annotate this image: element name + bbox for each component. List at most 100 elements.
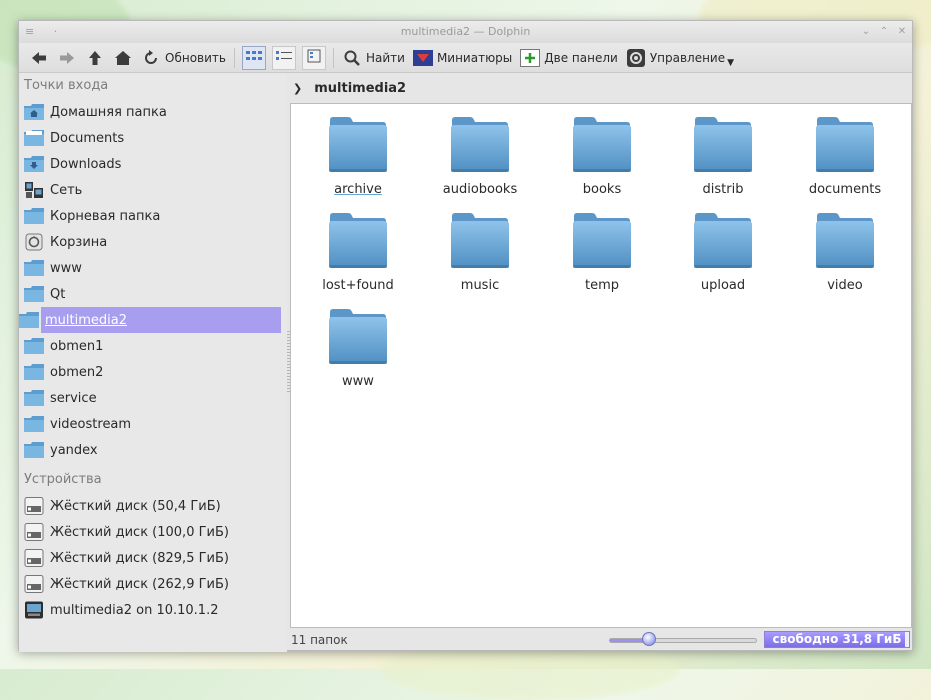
hard-disk-icon xyxy=(24,549,44,567)
sidebar-item-multimedia2[interactable]: multimedia2 xyxy=(19,307,281,333)
zoom-slider-track[interactable] xyxy=(609,638,757,643)
home-button[interactable] xyxy=(109,45,137,71)
sidebar-item-label: multimedia2 on 10.10.1.2 xyxy=(50,602,219,618)
refresh-icon xyxy=(141,48,161,68)
folder-icon xyxy=(24,259,44,277)
sidebar-item-сеть[interactable]: Сеть xyxy=(19,177,287,203)
sidebar-item-label: Qt xyxy=(50,286,66,302)
sidebar-item-obmen2[interactable]: obmen2 xyxy=(19,359,287,385)
sidebar-item-downloads[interactable]: Downloads xyxy=(19,151,287,177)
folder-icon xyxy=(668,116,778,178)
icons-view-button[interactable] xyxy=(241,45,266,70)
control-menu-button[interactable]: Управление ▼ xyxy=(622,45,738,71)
folder-item[interactable]: books xyxy=(547,116,657,208)
preview-icon xyxy=(412,48,433,68)
sidebar-device-item[interactable]: Жёсткий диск (100,0 ГиБ) xyxy=(19,519,287,545)
refresh-button[interactable]: Обновить xyxy=(137,45,230,71)
window-title: multimedia2 — Dolphin xyxy=(400,25,531,38)
folder-icon xyxy=(19,311,39,329)
preview-label: Миниатюры xyxy=(436,50,513,65)
sidebar-item-label: Жёсткий диск (262,9 ГиБ) xyxy=(50,576,229,592)
sidebar-device-item[interactable]: Жёсткий диск (262,9 ГиБ) xyxy=(19,571,287,597)
search-icon xyxy=(342,48,362,68)
minimize-button[interactable]: ⌄ xyxy=(860,21,872,43)
sidebar-item-qt[interactable]: Qt xyxy=(19,281,287,307)
toolbar-separator xyxy=(233,47,235,68)
sidebar-device-item[interactable]: multimedia2 on 10.10.1.2 xyxy=(19,597,287,623)
folder-name: music xyxy=(460,278,500,293)
folder-item[interactable]: audiobooks xyxy=(425,116,535,208)
folder-item[interactable]: documents xyxy=(790,116,900,208)
folder-icon xyxy=(790,116,900,178)
folder-name: upload xyxy=(700,278,746,293)
folder-item[interactable]: upload xyxy=(668,212,778,304)
folder-name: www xyxy=(342,374,374,389)
file-view[interactable]: archive audiobooks books distrib documents lo… xyxy=(290,103,912,628)
folder-icon xyxy=(24,441,44,459)
folder-name: distrib xyxy=(702,182,744,197)
folder-item[interactable]: music xyxy=(425,212,535,304)
folder-icon xyxy=(303,212,413,274)
sidebar-item-корзина[interactable]: Корзина xyxy=(19,229,287,255)
folder-item[interactable]: www xyxy=(303,308,413,400)
network-drive-icon xyxy=(24,601,44,619)
split-button[interactable]: Две панели xyxy=(516,45,622,71)
chevron-down-icon: ▼ xyxy=(727,57,735,68)
chevron-right-icon[interactable]: ❯ xyxy=(293,82,302,95)
status-bar: 11 папок свободно 31,8 ГиБ xyxy=(291,628,913,652)
back-button[interactable] xyxy=(25,45,53,71)
folder-item[interactable]: video xyxy=(790,212,900,304)
folder-item[interactable]: lost+found xyxy=(303,212,413,304)
folder-name: lost+found xyxy=(322,278,394,293)
sidebar-item-домашняя-папка[interactable]: Домашняя папка xyxy=(19,99,287,125)
preview-button[interactable]: Миниатюры xyxy=(409,45,516,71)
columns-view-button[interactable] xyxy=(301,45,326,70)
downloads-folder-icon xyxy=(24,155,44,173)
folder-icon xyxy=(24,363,44,381)
window-menu-icon[interactable]: ≡ · xyxy=(25,21,65,43)
sidebar-item-label: Жёсткий диск (100,0 ГиБ) xyxy=(50,524,229,540)
breadcrumb-current[interactable]: multimedia2 xyxy=(314,81,406,96)
forward-button[interactable] xyxy=(53,45,81,71)
sidebar-item-obmen1[interactable]: obmen1 xyxy=(19,333,287,359)
close-button[interactable]: ✕ xyxy=(896,21,908,43)
maximize-button[interactable]: ⌃ xyxy=(878,21,890,43)
sidebar-item-documents[interactable]: Documents xyxy=(19,125,287,151)
sidebar-item-label: obmen1 xyxy=(50,338,104,354)
sidebar-item-label: Жёсткий диск (50,4 ГиБ) xyxy=(50,498,221,514)
toolbar: Обновить Найти Миниатюры Две панели Упра… xyxy=(19,43,912,73)
sidebar-item-service[interactable]: service xyxy=(19,385,287,411)
folder-item[interactable]: archive xyxy=(303,116,413,208)
sidebar-item-label: Корзина xyxy=(50,234,108,250)
details-view-button[interactable] xyxy=(271,45,296,70)
zoom-slider-handle[interactable] xyxy=(641,632,656,646)
sidebar-item-label: obmen2 xyxy=(50,364,104,380)
sidebar-item-label: Корневая папка xyxy=(50,208,161,224)
sidebar-item-videostream[interactable]: videostream xyxy=(19,411,287,437)
folder-icon xyxy=(24,337,44,355)
sidebar-item-label: Documents xyxy=(50,130,125,146)
folder-item[interactable]: distrib xyxy=(668,116,778,208)
network-icon xyxy=(24,181,44,199)
up-button[interactable] xyxy=(81,45,109,71)
find-button[interactable]: Найти xyxy=(338,45,409,71)
sidebar-item-корневая-папка[interactable]: Корневая папка xyxy=(19,203,287,229)
folder-icon xyxy=(547,116,657,178)
devices-section-title: Устройства xyxy=(24,472,102,487)
sidebar-item-label: yandex xyxy=(50,442,98,458)
find-label: Найти xyxy=(365,50,405,65)
folder-item[interactable]: temp xyxy=(547,212,657,304)
details-view-icon xyxy=(275,50,292,66)
sidebar-device-item[interactable]: Жёсткий диск (50,4 ГиБ) xyxy=(19,493,287,519)
folder-name: audiobooks xyxy=(442,182,518,197)
folder-icon xyxy=(303,116,413,178)
places-section-title: Точки входа xyxy=(24,78,109,93)
sidebar-item-www[interactable]: www xyxy=(19,255,287,281)
sidebar-device-item[interactable]: Жёсткий диск (829,5 ГиБ) xyxy=(19,545,287,571)
folder-icon xyxy=(425,116,535,178)
folder-name: documents xyxy=(808,182,882,197)
refresh-label: Обновить xyxy=(165,50,226,65)
zoom-slider[interactable] xyxy=(609,632,757,646)
folder-icon xyxy=(668,212,778,274)
sidebar-item-yandex[interactable]: yandex xyxy=(19,437,287,463)
